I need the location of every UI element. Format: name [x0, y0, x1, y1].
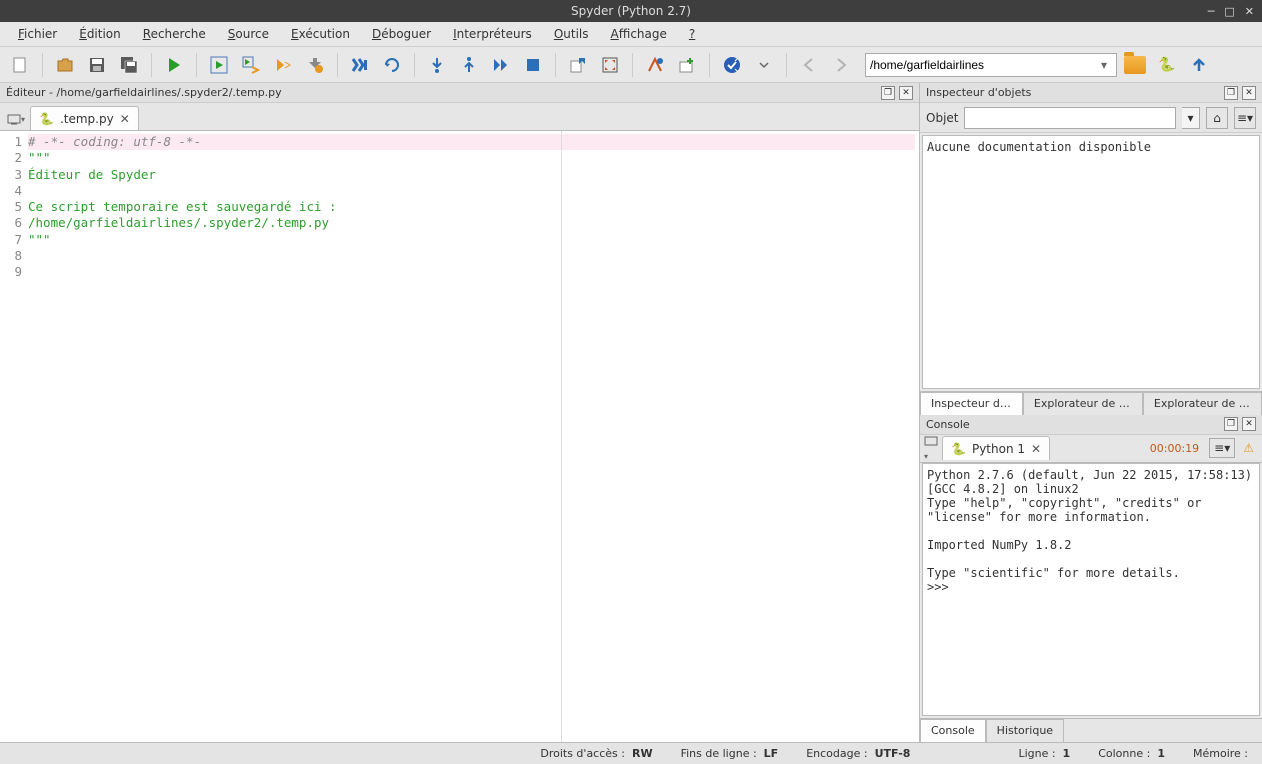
maximize-pane-icon[interactable] — [596, 51, 624, 79]
home-icon[interactable]: ⌂ — [1206, 107, 1228, 129]
editor-tabrow: ▾ 🐍 .temp.py ✕ — [0, 103, 919, 131]
console-bottom-tab[interactable]: Console — [920, 719, 986, 742]
menu-exécution[interactable]: Exécution — [281, 24, 360, 44]
console-bottom-tabs: ConsoleHistorique — [920, 718, 1262, 742]
chevron-down-icon[interactable]: ▾ — [1096, 58, 1112, 72]
menu-fichier[interactable]: Fichier — [8, 24, 67, 44]
menubar: FichierÉditionRechercheSourceExécutionDé… — [0, 22, 1262, 47]
statusbar: Droits d'accès : RW Fins de ligne : LF E… — [0, 742, 1262, 764]
console-tab-python1[interactable]: 🐍 Python 1 ✕ — [942, 436, 1050, 460]
console-output[interactable]: Python 2.7.6 (default, Jun 22 2015, 17:5… — [922, 463, 1260, 717]
main-toolbar: ▾ 🐍 — [0, 47, 1262, 83]
inspector-pane-title: Inspecteur d'objets — [926, 86, 1031, 99]
options-icon[interactable]: ≡▾ — [1234, 107, 1256, 129]
close-pane-icon[interactable]: ✕ — [899, 86, 913, 100]
undock-icon[interactable]: ❐ — [881, 86, 895, 100]
minimize-icon[interactable]: ─ — [1208, 5, 1215, 18]
debug-icon[interactable] — [346, 51, 374, 79]
working-dir-combo[interactable]: ▾ — [865, 53, 1117, 77]
options-icon[interactable]: ≡▾ — [1209, 438, 1235, 458]
object-input[interactable] — [964, 107, 1176, 129]
maximize-icon[interactable]: □ — [1224, 5, 1234, 18]
python-path-icon[interactable] — [641, 51, 669, 79]
inspector-tab[interactable]: Inspecteur d'ob... — [920, 392, 1023, 415]
console-timer: 00:00:19 — [1150, 442, 1199, 455]
chevron-down-icon[interactable]: ▾ — [1182, 107, 1200, 129]
undock-icon[interactable]: ❐ — [1224, 86, 1238, 100]
nav-back-icon[interactable] — [795, 51, 823, 79]
working-dir-input[interactable] — [870, 58, 1096, 72]
run-config-icon[interactable] — [301, 51, 329, 79]
console-pane-header: Console ❐ ✕ — [920, 415, 1262, 435]
tab-list-icon[interactable]: ▾ — [924, 434, 938, 462]
tab-close-icon[interactable]: ✕ — [1031, 442, 1041, 456]
parent-dir-icon[interactable] — [1185, 51, 1213, 79]
inspector-tab[interactable]: Explorateur de fich... — [1143, 392, 1262, 415]
python-icon[interactable]: 🐍 — [1153, 51, 1181, 79]
run-icon[interactable] — [160, 51, 188, 79]
nav-forward-icon[interactable] — [827, 51, 855, 79]
editor-tab-label: .temp.py — [60, 112, 114, 126]
run-cell-advance-icon[interactable] — [237, 51, 265, 79]
console-tab-label: Python 1 — [972, 442, 1025, 456]
console-bottom-tab[interactable]: Historique — [986, 719, 1064, 742]
inspector-tab[interactable]: Explorateur de varia... — [1023, 392, 1143, 415]
line-numbers: 123456789 — [0, 131, 26, 742]
inspector-pane-header: Inspecteur d'objets ❐ ✕ — [920, 83, 1262, 103]
window-title: Spyder (Python 2.7) — [571, 4, 691, 18]
debug-continue-icon[interactable] — [487, 51, 515, 79]
close-pane-icon[interactable]: ✕ — [1242, 86, 1256, 100]
close-icon[interactable]: ✕ — [1245, 5, 1254, 18]
undock-icon[interactable]: ❐ — [1224, 417, 1238, 431]
column-ruler — [561, 131, 562, 742]
code-editor[interactable]: 123456789 # -*- coding: utf-8 -*-"""Édit… — [0, 131, 919, 742]
menu-outils[interactable]: Outils — [544, 24, 599, 44]
open-file-icon[interactable] — [51, 51, 79, 79]
menu-déboguer[interactable]: Déboguer — [362, 24, 441, 44]
menu-interpréteurs[interactable]: Interpréteurs — [443, 24, 542, 44]
python-icon: 🐍 — [951, 442, 966, 456]
inspector-doc: Aucune documentation disponible — [922, 135, 1260, 389]
menu-?[interactable]: ? — [679, 24, 705, 44]
editor-pane-title: Éditeur - /home/garfieldairlines/.spyder… — [6, 86, 282, 99]
browse-dir-icon[interactable] — [1121, 51, 1149, 79]
inspector-tabs: Inspecteur d'ob...Explorateur de varia..… — [920, 391, 1262, 415]
warning-icon[interactable]: ⚠ — [1243, 441, 1254, 455]
run-selection-icon[interactable] — [269, 51, 297, 79]
menu-affichage[interactable]: Affichage — [601, 24, 677, 44]
python-file-icon: 🐍 — [39, 112, 54, 126]
import-icon[interactable] — [564, 51, 592, 79]
add-path-icon[interactable] — [673, 51, 701, 79]
tab-close-icon[interactable]: ✕ — [120, 112, 130, 126]
tab-list-icon[interactable]: ▾ — [4, 108, 28, 130]
new-file-icon[interactable] — [6, 51, 34, 79]
preferences-icon[interactable] — [718, 51, 746, 79]
console-pane-title: Console — [926, 418, 970, 431]
menu-source[interactable]: Source — [218, 24, 279, 44]
code-content[interactable]: # -*- coding: utf-8 -*-"""Éditeur de Spy… — [26, 131, 919, 742]
editor-tab-temp[interactable]: 🐍 .temp.py ✕ — [30, 106, 139, 130]
inspector-object-row: Objet ▾ ⌂ ≡▾ — [920, 103, 1262, 133]
debug-out-icon[interactable] — [455, 51, 483, 79]
menu-recherche[interactable]: Recherche — [133, 24, 216, 44]
run-cell-icon[interactable] — [205, 51, 233, 79]
close-pane-icon[interactable]: ✕ — [1242, 417, 1256, 431]
dropdown-icon[interactable] — [750, 51, 778, 79]
debug-stop-icon[interactable] — [519, 51, 547, 79]
object-label: Objet — [926, 111, 958, 125]
window-titlebar: Spyder (Python 2.7) ─ □ ✕ — [0, 0, 1262, 22]
save-all-icon[interactable] — [115, 51, 143, 79]
menu-édition[interactable]: Édition — [69, 24, 131, 44]
console-tabrow: ▾ 🐍 Python 1 ✕ 00:00:19 ≡▾ ⚠ — [920, 435, 1262, 463]
editor-pane-header: Éditeur - /home/garfieldairlines/.spyder… — [0, 83, 919, 103]
debug-into-icon[interactable] — [423, 51, 451, 79]
save-icon[interactable] — [83, 51, 111, 79]
debug-step-icon[interactable] — [378, 51, 406, 79]
